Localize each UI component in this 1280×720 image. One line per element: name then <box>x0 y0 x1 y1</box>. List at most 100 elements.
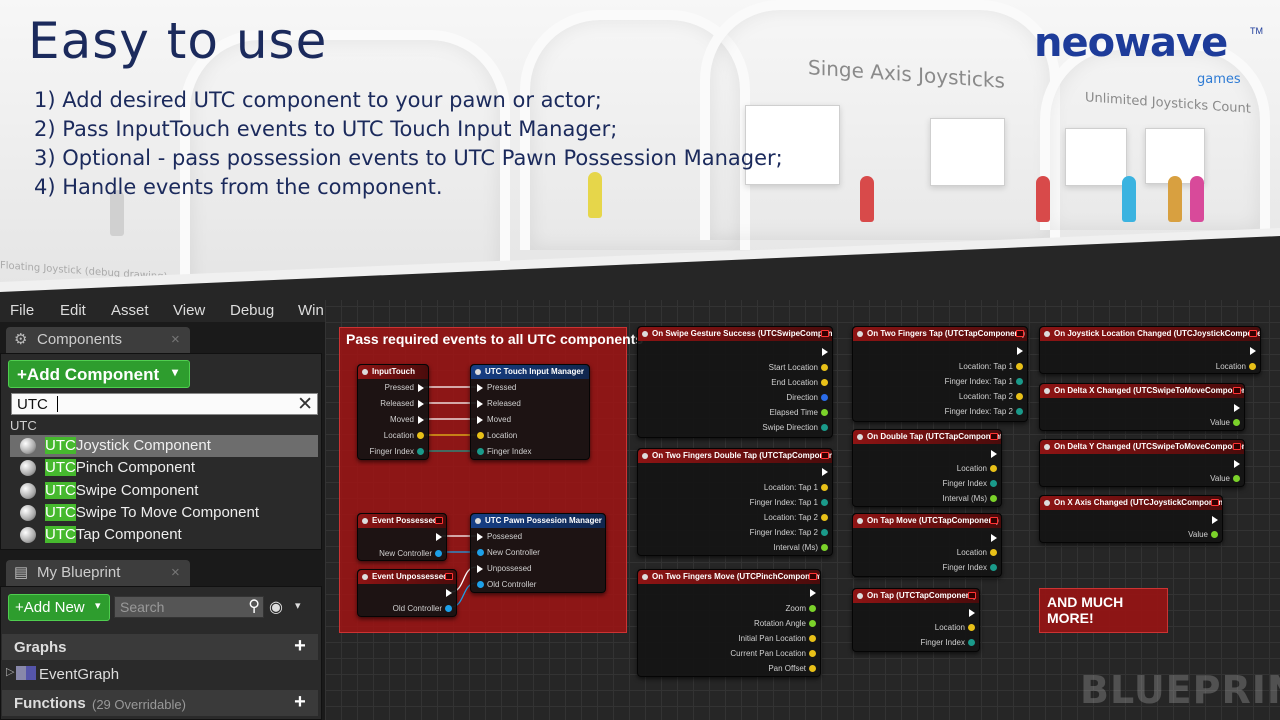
exec-pin[interactable] <box>810 589 816 597</box>
node-event-unpossessed[interactable]: Event Unpossessed Old Controller <box>357 569 457 617</box>
pin-label: Location <box>1215 362 1246 371</box>
close-icon[interactable] <box>1233 387 1241 394</box>
data-pin[interactable] <box>809 605 816 612</box>
close-icon[interactable] <box>445 573 453 580</box>
data-pin[interactable] <box>821 529 828 536</box>
data-pin[interactable] <box>968 639 975 646</box>
close-icon[interactable] <box>435 517 443 524</box>
node-two-fingers-double-tap[interactable]: On Two Fingers Double Tap (UTCTapCompone… <box>637 448 833 556</box>
pin-label: Possesed <box>487 532 523 541</box>
exec-pin[interactable] <box>477 384 483 392</box>
close-icon[interactable] <box>1233 443 1241 450</box>
exec-pin[interactable] <box>477 533 483 541</box>
data-pin[interactable] <box>968 624 975 631</box>
pin-label: Location <box>487 431 518 440</box>
exec-pin[interactable] <box>969 609 975 617</box>
node-swipe-gesture-success[interactable]: On Swipe Gesture Success (UTCSwipeCompon… <box>637 326 833 438</box>
data-pin[interactable] <box>1016 393 1023 400</box>
data-pin[interactable] <box>1233 475 1240 482</box>
data-pin[interactable] <box>990 495 997 502</box>
exec-pin[interactable] <box>1212 516 1218 524</box>
pin-label: Start Location <box>768 363 818 372</box>
exec-pin[interactable] <box>436 533 442 541</box>
exec-pin[interactable] <box>477 416 483 424</box>
node-title: On Tap (UTCTapComponent) <box>853 589 979 603</box>
node-input-touch[interactable]: InputTouch Pressed Released Moved Locati… <box>357 364 429 460</box>
data-pin[interactable] <box>990 480 997 487</box>
data-pin[interactable] <box>445 605 452 612</box>
blueprint-watermark: BLUEPRINT <box>1080 668 1280 712</box>
data-pin[interactable] <box>990 564 997 571</box>
exec-pin[interactable] <box>418 400 424 408</box>
close-icon[interactable] <box>1211 499 1219 506</box>
data-pin[interactable] <box>477 549 484 556</box>
node-x-axis-changed[interactable]: On X Axis Changed (UTCJoystickComponent)… <box>1039 495 1223 543</box>
pin-label: Direction <box>786 393 818 402</box>
node-touch-input-manager[interactable]: UTC Touch Input Manager Pressed Released… <box>470 364 590 460</box>
close-icon[interactable] <box>968 592 976 599</box>
exec-pin[interactable] <box>446 589 452 597</box>
node-tap-move[interactable]: On Tap Move (UTCTapComponent) Location F… <box>852 513 1002 577</box>
data-pin[interactable] <box>821 394 828 401</box>
data-pin[interactable] <box>990 465 997 472</box>
data-pin[interactable] <box>821 424 828 431</box>
node-double-tap[interactable]: On Double Tap (UTCTapComponent) Location… <box>852 429 1002 507</box>
data-pin[interactable] <box>1016 363 1023 370</box>
data-pin[interactable] <box>821 544 828 551</box>
exec-pin[interactable] <box>1250 347 1256 355</box>
exec-pin[interactable] <box>1017 347 1023 355</box>
pin-label: Finger Index <box>942 563 987 572</box>
close-icon[interactable] <box>1249 330 1257 337</box>
exec-pin[interactable] <box>822 348 828 356</box>
data-pin[interactable] <box>477 581 484 588</box>
exec-pin[interactable] <box>1234 460 1240 468</box>
node-delta-x-changed[interactable]: On Delta X Changed (UTCSwipeToMoveCompon… <box>1039 383 1245 431</box>
exec-pin[interactable] <box>991 450 997 458</box>
data-pin[interactable] <box>417 448 424 455</box>
exec-pin[interactable] <box>418 416 424 424</box>
data-pin[interactable] <box>477 432 484 439</box>
node-pawn-possession-manager[interactable]: UTC Pawn Possesion Manager Possesed New … <box>470 513 606 593</box>
data-pin[interactable] <box>809 650 816 657</box>
close-icon[interactable] <box>809 573 817 580</box>
data-pin[interactable] <box>1016 408 1023 415</box>
data-pin[interactable] <box>821 514 828 521</box>
data-pin[interactable] <box>821 499 828 506</box>
data-pin[interactable] <box>821 484 828 491</box>
pin-label: Initial Pan Location <box>738 634 806 643</box>
exec-pin[interactable] <box>477 400 483 408</box>
data-pin[interactable] <box>1016 378 1023 385</box>
exec-pin[interactable] <box>1234 404 1240 412</box>
close-icon[interactable] <box>821 452 829 459</box>
data-pin[interactable] <box>809 620 816 627</box>
data-pin[interactable] <box>809 665 816 672</box>
node-delta-y-changed[interactable]: On Delta Y Changed (UTCSwipeToMoveCompon… <box>1039 439 1245 487</box>
exec-pin[interactable] <box>991 534 997 542</box>
data-pin[interactable] <box>990 549 997 556</box>
close-icon[interactable] <box>821 330 829 337</box>
data-pin[interactable] <box>1233 419 1240 426</box>
more-comment-box[interactable]: AND MUCH MORE! <box>1039 588 1168 633</box>
data-pin[interactable] <box>435 550 442 557</box>
exec-pin[interactable] <box>822 468 828 476</box>
data-pin[interactable] <box>477 448 484 455</box>
node-event-possessed[interactable]: Event Possessed New Controller <box>357 513 447 561</box>
close-icon[interactable] <box>990 517 998 524</box>
exec-pin[interactable] <box>418 384 424 392</box>
exec-pin[interactable] <box>477 565 483 573</box>
node-two-fingers-tap[interactable]: On Two Fingers Tap (UTCTapComponent) Loc… <box>852 326 1028 422</box>
close-icon[interactable] <box>1016 330 1024 337</box>
pin-label: Location <box>956 464 987 473</box>
close-icon[interactable] <box>990 433 998 440</box>
data-pin[interactable] <box>1211 531 1218 538</box>
data-pin[interactable] <box>821 409 828 416</box>
data-pin[interactable] <box>417 432 424 439</box>
data-pin[interactable] <box>809 635 816 642</box>
data-pin[interactable] <box>821 379 828 386</box>
node-two-fingers-move[interactable]: On Two Fingers Move (UTCPinchComponent) … <box>637 569 821 677</box>
data-pin[interactable] <box>1249 363 1256 370</box>
pin-label: Location: Tap 2 <box>958 392 1013 401</box>
node-on-tap[interactable]: On Tap (UTCTapComponent) Location Finger… <box>852 588 980 652</box>
node-joystick-location-changed[interactable]: On Joystick Location Changed (UTCJoystic… <box>1039 326 1261 374</box>
data-pin[interactable] <box>821 364 828 371</box>
